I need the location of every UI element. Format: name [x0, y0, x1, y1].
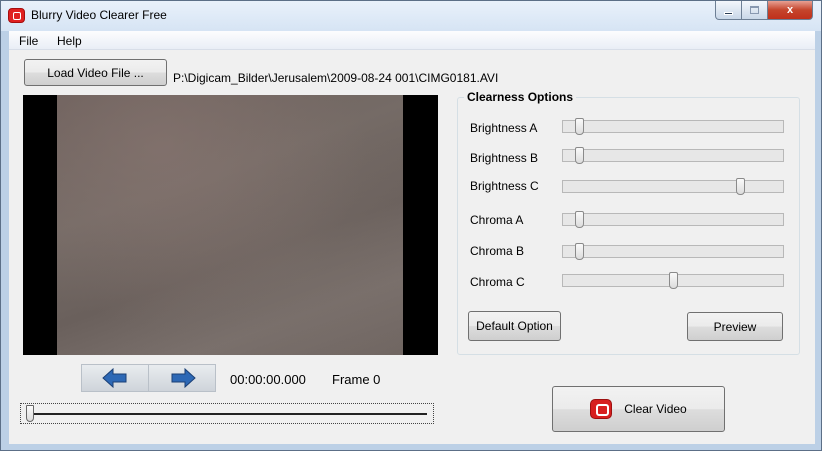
slider-thumb[interactable]: [575, 118, 585, 135]
arrow-left-icon: [102, 368, 127, 388]
close-button[interactable]: x: [768, 1, 813, 20]
brightness-c-label: Brightness C: [470, 179, 539, 193]
maximize-icon: [750, 6, 759, 14]
file-path-label: P:\Digicam_Bilder\Jerusalem\2009-08-24 0…: [173, 71, 499, 85]
brightness-a-label: Brightness A: [470, 121, 538, 135]
slider-thumb[interactable]: [575, 211, 585, 228]
chroma-b-slider[interactable]: [562, 243, 784, 260]
app-window: Blurry Video Clearer Free x File Help Lo…: [0, 0, 822, 451]
window-title: Blurry Video Clearer Free: [31, 8, 167, 22]
video-preview: [23, 95, 438, 355]
clear-video-button[interactable]: Clear Video: [552, 386, 725, 432]
slider-thumb[interactable]: [669, 272, 678, 289]
maximize-button[interactable]: [742, 1, 768, 20]
frame-navigation: [81, 364, 216, 392]
brightness-b-slider[interactable]: [562, 147, 784, 164]
default-option-button[interactable]: Default Option: [468, 311, 561, 341]
frame-counter-label: Frame 0: [332, 372, 381, 387]
brightness-b-label: Brightness B: [470, 151, 539, 165]
slider-thumb[interactable]: [575, 147, 585, 164]
seek-thumb[interactable]: [26, 405, 34, 422]
slider-thumb[interactable]: [735, 178, 745, 195]
client-area: Load Video File ... P:\Digicam_Bilder\Je…: [9, 50, 815, 444]
brightness-a-slider[interactable]: [562, 118, 784, 135]
clear-video-label: Clear Video: [624, 402, 687, 416]
load-video-button[interactable]: Load Video File ...: [24, 59, 167, 86]
title-bar[interactable]: Blurry Video Clearer Free x: [1, 1, 821, 31]
previous-frame-button[interactable]: [82, 365, 149, 391]
chroma-c-label: Chroma C: [470, 275, 525, 289]
menu-file[interactable]: File: [19, 34, 38, 48]
caption-buttons: x: [715, 1, 813, 21]
chroma-c-slider[interactable]: [562, 272, 784, 289]
menu-bar: File Help: [9, 31, 815, 50]
seek-track: [27, 413, 427, 415]
slider-thumb[interactable]: [575, 243, 585, 260]
arrow-right-icon: [171, 368, 196, 388]
timecode-label: 00:00:00.000: [230, 372, 306, 387]
app-icon[interactable]: [8, 8, 25, 23]
menu-help[interactable]: Help: [57, 34, 82, 48]
next-frame-button[interactable]: [149, 365, 216, 391]
clearness-options-title: Clearness Options: [464, 90, 577, 104]
video-icon: [590, 399, 613, 419]
chroma-a-slider[interactable]: [562, 211, 784, 228]
seek-slider[interactable]: [20, 403, 434, 424]
minimize-icon: [724, 11, 733, 15]
chroma-b-label: Chroma B: [470, 244, 525, 258]
preview-button[interactable]: Preview: [687, 312, 783, 341]
video-frame-image: [57, 95, 403, 355]
minimize-button[interactable]: [715, 1, 742, 20]
brightness-c-slider[interactable]: [562, 178, 784, 195]
chroma-a-label: Chroma A: [470, 213, 524, 227]
